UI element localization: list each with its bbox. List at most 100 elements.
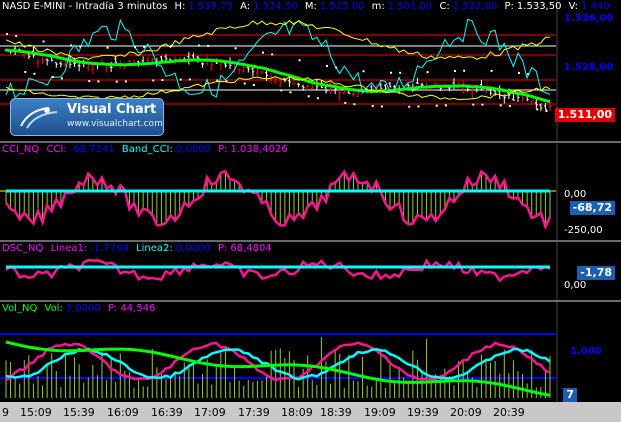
sar-dot (280, 89, 283, 92)
time-label: 19:39 (407, 406, 439, 419)
volume-axis-label: 1.000 (570, 346, 602, 357)
sar-dot (234, 47, 237, 50)
dsc-linea1-line (5, 258, 551, 283)
sar-dot (527, 73, 530, 76)
time-label: 18:09 (281, 406, 313, 419)
sar-dot (161, 79, 164, 82)
cci-panel-header: CCI_NQ CCI: -68,7241 Band_CCI: 0,0000 P: 1.… (2, 144, 292, 156)
sar-dot (252, 83, 255, 86)
sar-dot (289, 91, 292, 94)
sar-dot (417, 105, 420, 108)
price-panel[interactable]: NASD E-MINI - Intradía 3 minutos H: 1.539… (0, 0, 621, 141)
sar-dot (472, 103, 475, 106)
time-label: 16:39 (151, 406, 183, 419)
price-panel-header: NASD E-MINI - Intradía 3 minutos H: 1.539… (2, 1, 614, 13)
sar-dot (79, 45, 82, 48)
label-c: C: 1.522,00 (439, 1, 498, 12)
dsc-current-value-tag: -1,78 (577, 266, 615, 280)
cci-current-value-tag: -68,72 (569, 201, 615, 215)
cci-indicator-name: CCI_NQ (2, 144, 40, 155)
time-axis[interactable]: 9 15:09 15:39 16:09 16:39 17:09 17:39 18… (0, 402, 621, 422)
volume-chart[interactable] (0, 302, 621, 402)
sar-dot (545, 110, 548, 113)
sar-dot (106, 46, 109, 49)
sar-dot (271, 53, 274, 56)
sar-dot (6, 33, 8, 35)
dsc-panel[interactable]: DSC_NQ Linea1: -1,7768 Linea2: 0,0000 P: 68… (0, 242, 621, 300)
sar-dot (298, 59, 301, 62)
sar-dot (179, 78, 182, 81)
sar-dot (508, 105, 511, 108)
sar-dot (316, 97, 319, 100)
time-label: 19:09 (364, 406, 396, 419)
label-m: M: 1.525,00 (304, 1, 365, 12)
sar-dot (490, 69, 493, 72)
sar-dot (262, 51, 264, 54)
logo-title: Visual Chart (67, 102, 157, 117)
cci-p-label: P: 1.038,4026 (218, 144, 288, 155)
sar-dot (335, 66, 338, 69)
sar-dot (307, 95, 310, 98)
sar-dot (70, 44, 72, 47)
volume-average-line (5, 340, 551, 397)
sar-dot (518, 71, 520, 74)
volume-panel-header: Vol_NQ Vol: 7,0000 P: 44,546 (2, 303, 159, 315)
time-label: 17:39 (238, 406, 270, 419)
band-cci-label: Band_CCI: 0,0000 (121, 144, 211, 155)
dsc-indicator-name: DSC_NQ (2, 243, 44, 254)
sar-dot (134, 46, 136, 49)
linea2-label: Linea2: 0,0000 (136, 243, 211, 254)
time-label: 15:09 (20, 406, 52, 419)
price-axis-label-mid: 1.528,00 (564, 62, 614, 73)
time-label: 9 (2, 406, 9, 419)
sar-dot (390, 71, 392, 74)
sar-dot (444, 104, 447, 107)
volume-indicator-name: Vol_NQ (2, 303, 38, 314)
sar-dot (536, 108, 539, 111)
logo-url: www.visualchart.com (67, 119, 163, 129)
sar-dot (408, 105, 411, 108)
dsc-axis-label-zero: 0,00 (564, 280, 587, 291)
sar-dot (124, 80, 127, 83)
time-label: 15:39 (63, 406, 95, 419)
sar-dot (188, 78, 191, 81)
sar-dot (243, 82, 246, 85)
dsc-panel-header: DSC_NQ Linea1: -1,7768 Linea2: 0,0000 P: 68… (2, 243, 276, 255)
sar-dot (380, 105, 383, 108)
label-a: A: 1.524,50 (240, 1, 298, 12)
sar-dot (499, 104, 502, 107)
sar-dot (97, 80, 100, 83)
cci-axis-label-low: -250,00 (564, 225, 603, 236)
volume-panel[interactable]: Vol_NQ Vol: 7,0000 P: 44,546 1.000 7 (0, 302, 621, 402)
moving-average-line (5, 48, 551, 104)
sar-dot (88, 80, 91, 83)
sar-dot (426, 71, 429, 74)
sar-dot (60, 77, 63, 80)
label-p: P: 1.533,50 (504, 1, 562, 12)
time-label: 16:09 (107, 406, 139, 419)
cci-panel[interactable]: CCI_NQ CCI: -68,7241 Band_CCI: 0,0000 P: 1.… (0, 143, 621, 240)
time-label: 17:09 (194, 406, 226, 419)
sar-dot (353, 103, 356, 106)
yellow-band-line (5, 19, 551, 60)
symbol-title: NASD E-MINI - Intradía 3 minutos (2, 1, 168, 12)
sar-dot (326, 64, 328, 67)
sar-dot (371, 104, 374, 107)
sar-dot (435, 104, 438, 107)
sar-dot (362, 70, 365, 73)
logo-swoosh-icon (20, 107, 58, 129)
volume-current-value-tag: 7 (563, 388, 577, 402)
time-label: 20:09 (450, 406, 482, 419)
label-v: V: 1.440 (568, 1, 610, 12)
vol-label: Vol: 7,0000 (44, 303, 101, 314)
sar-dot (24, 70, 27, 73)
cci-chart[interactable] (0, 143, 621, 240)
sar-dot (152, 79, 155, 82)
sar-dot (42, 40, 45, 43)
label-h: H: 1.539,75 (174, 1, 233, 12)
price-axis-label-top: 1.536,00 (564, 13, 614, 24)
sar-dot (33, 72, 36, 75)
label-lm: m: 1.501,00 (371, 1, 433, 12)
sar-dot (170, 44, 173, 47)
sar-dot (198, 44, 200, 47)
